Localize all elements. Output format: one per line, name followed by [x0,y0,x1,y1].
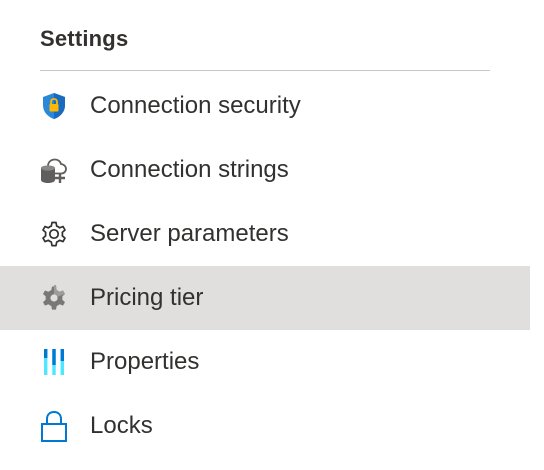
section-divider [40,70,490,71]
menu-item-server-parameters[interactable]: Server parameters [0,202,530,266]
menu-item-label: Properties [90,348,200,375]
menu-item-connection-security[interactable]: Connection security [0,74,530,138]
gear-icon [38,218,70,250]
lock-icon [38,410,70,442]
menu-item-locks[interactable]: Locks [0,394,530,458]
menu-item-label: Pricing tier [90,284,204,311]
properties-bars-icon [38,346,70,378]
menu-item-properties[interactable]: Properties [0,330,530,394]
menu-item-label: Connection strings [90,156,289,183]
settings-section-title: Settings [40,26,129,51]
database-cloud-plus-icon [38,154,70,186]
gear-filled-icon [38,282,70,314]
menu-item-connection-strings[interactable]: Connection strings [0,138,530,202]
shield-lock-icon [38,90,70,122]
menu-item-label: Server parameters [90,220,289,247]
menu-item-label: Locks [90,412,153,439]
menu-item-pricing-tier[interactable]: Pricing tier [0,266,530,330]
settings-menu: Connection security Connection strings S… [0,74,530,458]
menu-item-label: Connection security [90,92,301,119]
